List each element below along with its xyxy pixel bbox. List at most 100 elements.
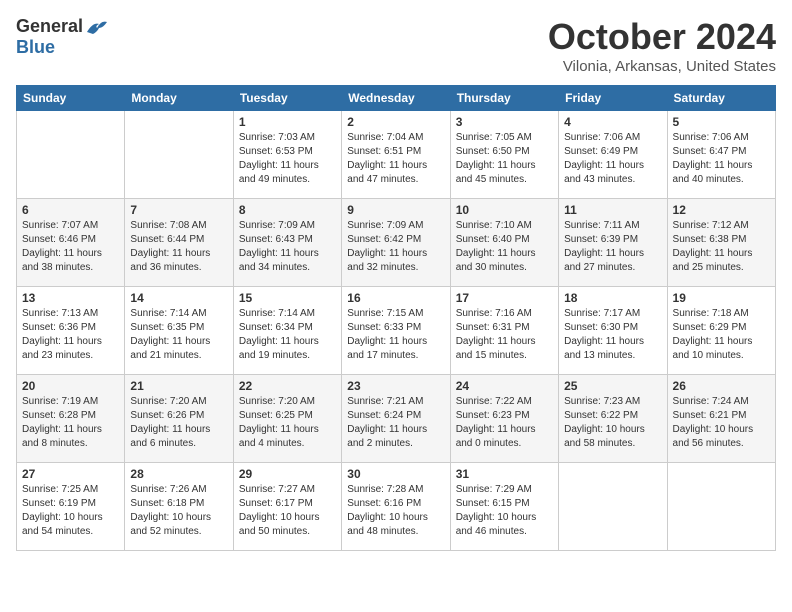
day-info: Sunrise: 7:25 AM Sunset: 6:19 PM Dayligh… [22,483,119,539]
day-number: 1 [239,115,336,129]
day-number: 15 [239,291,336,305]
day-info: Sunrise: 7:08 AM Sunset: 6:44 PM Dayligh… [130,219,227,275]
calendar-cell: 10 Sunrise: 7:10 AM Sunset: 6:40 PM Dayli… [450,199,558,287]
day-info: Sunrise: 7:23 AM Sunset: 6:22 PM Dayligh… [564,395,661,451]
calendar-cell [17,111,125,199]
day-number: 21 [130,379,227,393]
day-info: Sunrise: 7:22 AM Sunset: 6:23 PM Dayligh… [456,395,553,451]
day-info: Sunrise: 7:24 AM Sunset: 6:21 PM Dayligh… [673,395,770,451]
day-info: Sunrise: 7:18 AM Sunset: 6:29 PM Dayligh… [673,307,770,363]
calendar-cell: 3 Sunrise: 7:05 AM Sunset: 6:50 PM Daylig… [450,111,558,199]
header-tuesday: Tuesday [233,86,341,111]
day-info: Sunrise: 7:15 AM Sunset: 6:33 PM Dayligh… [347,307,444,363]
day-number: 2 [347,115,444,129]
day-info: Sunrise: 7:06 AM Sunset: 6:47 PM Dayligh… [673,131,770,187]
day-number: 9 [347,203,444,217]
day-info: Sunrise: 7:09 AM Sunset: 6:42 PM Dayligh… [347,219,444,275]
calendar-cell: 13Sunrise: 7:13 AM Sunset: 6:36 PM Dayli… [17,287,125,375]
calendar-cell: 16 Sunrise: 7:15 AM Sunset: 6:33 PM Dayli… [342,287,450,375]
logo-bird-icon [85,18,107,36]
header-monday: Monday [125,86,233,111]
day-info: Sunrise: 7:20 AM Sunset: 6:26 PM Dayligh… [130,395,227,451]
day-number: 28 [130,467,227,481]
calendar-cell: 23 Sunrise: 7:21 AM Sunset: 6:24 PM Dayli… [342,375,450,463]
title-block: October 2024 Vilonia, Arkansas, United S… [548,16,776,75]
day-info: Sunrise: 7:10 AM Sunset: 6:40 PM Dayligh… [456,219,553,275]
day-number: 10 [456,203,553,217]
day-number: 23 [347,379,444,393]
day-info: Sunrise: 7:26 AM Sunset: 6:18 PM Dayligh… [130,483,227,539]
header-saturday: Saturday [667,86,775,111]
day-info: Sunrise: 7:16 AM Sunset: 6:31 PM Dayligh… [456,307,553,363]
day-info: Sunrise: 7:07 AM Sunset: 6:46 PM Dayligh… [22,219,119,275]
location-text: Vilonia, Arkansas, United States [548,58,776,75]
calendar-cell [667,463,775,551]
calendar-cell: 15 Sunrise: 7:14 AM Sunset: 6:34 PM Dayli… [233,287,341,375]
day-info: Sunrise: 7:14 AM Sunset: 6:35 PM Dayligh… [130,307,227,363]
day-number: 13 [22,291,119,305]
day-info: Sunrise: 7:09 AM Sunset: 6:43 PM Dayligh… [239,219,336,275]
calendar-week-row: 20 Sunrise: 7:19 AM Sunset: 6:28 PM Dayli… [17,375,776,463]
day-number: 5 [673,115,770,129]
day-info: Sunrise: 7:29 AM Sunset: 6:15 PM Dayligh… [456,483,553,539]
calendar-cell: 19 Sunrise: 7:18 AM Sunset: 6:29 PM Dayli… [667,287,775,375]
day-number: 4 [564,115,661,129]
day-info: Sunrise: 7:04 AM Sunset: 6:51 PM Dayligh… [347,131,444,187]
day-info: Sunrise: 7:17 AM Sunset: 6:30 PM Dayligh… [564,307,661,363]
header-thursday: Thursday [450,86,558,111]
header-friday: Friday [559,86,667,111]
day-number: 24 [456,379,553,393]
day-number: 6 [22,203,119,217]
calendar-cell: 20 Sunrise: 7:19 AM Sunset: 6:28 PM Dayli… [17,375,125,463]
logo-blue-text: Blue [16,37,55,58]
calendar-week-row: 27 Sunrise: 7:25 AM Sunset: 6:19 PM Dayli… [17,463,776,551]
day-info: Sunrise: 7:14 AM Sunset: 6:34 PM Dayligh… [239,307,336,363]
calendar-cell: 12 Sunrise: 7:12 AM Sunset: 6:38 PM Dayli… [667,199,775,287]
header-sunday: Sunday [17,86,125,111]
day-number: 11 [564,203,661,217]
calendar-cell: 22Sunrise: 7:20 AM Sunset: 6:25 PM Dayli… [233,375,341,463]
day-number: 12 [673,203,770,217]
day-info: Sunrise: 7:19 AM Sunset: 6:28 PM Dayligh… [22,395,119,451]
calendar-cell: 14Sunrise: 7:14 AM Sunset: 6:35 PM Dayli… [125,287,233,375]
day-number: 7 [130,203,227,217]
day-info: Sunrise: 7:21 AM Sunset: 6:24 PM Dayligh… [347,395,444,451]
calendar-table: SundayMondayTuesdayWednesdayThursdayFrid… [16,85,776,551]
day-number: 29 [239,467,336,481]
day-info: Sunrise: 7:11 AM Sunset: 6:39 PM Dayligh… [564,219,661,275]
day-info: Sunrise: 7:28 AM Sunset: 6:16 PM Dayligh… [347,483,444,539]
day-number: 19 [673,291,770,305]
calendar-week-row: 1 Sunrise: 7:03 AM Sunset: 6:53 PM Daylig… [17,111,776,199]
calendar-cell: 4Sunrise: 7:06 AM Sunset: 6:49 PM Daylig… [559,111,667,199]
calendar-cell [125,111,233,199]
day-info: Sunrise: 7:27 AM Sunset: 6:17 PM Dayligh… [239,483,336,539]
calendar-cell: 18 Sunrise: 7:17 AM Sunset: 6:30 PM Dayli… [559,287,667,375]
day-number: 3 [456,115,553,129]
day-info: Sunrise: 7:05 AM Sunset: 6:50 PM Dayligh… [456,131,553,187]
day-number: 27 [22,467,119,481]
calendar-cell: 2 Sunrise: 7:04 AM Sunset: 6:51 PM Daylig… [342,111,450,199]
day-number: 8 [239,203,336,217]
day-number: 16 [347,291,444,305]
calendar-header-row: SundayMondayTuesdayWednesdayThursdayFrid… [17,86,776,111]
calendar-cell: 1 Sunrise: 7:03 AM Sunset: 6:53 PM Daylig… [233,111,341,199]
day-number: 22 [239,379,336,393]
calendar-cell: 27 Sunrise: 7:25 AM Sunset: 6:19 PM Dayli… [17,463,125,551]
day-number: 20 [22,379,119,393]
calendar-cell: 25 Sunrise: 7:23 AM Sunset: 6:22 PM Dayli… [559,375,667,463]
calendar-cell: 8 Sunrise: 7:09 AM Sunset: 6:43 PM Daylig… [233,199,341,287]
calendar-cell: 11 Sunrise: 7:11 AM Sunset: 6:39 PM Dayli… [559,199,667,287]
calendar-week-row: 13Sunrise: 7:13 AM Sunset: 6:36 PM Dayli… [17,287,776,375]
logo: General Blue [16,16,107,58]
month-title: October 2024 [548,16,776,58]
header-wednesday: Wednesday [342,86,450,111]
calendar-cell: 7 Sunrise: 7:08 AM Sunset: 6:44 PM Daylig… [125,199,233,287]
day-info: Sunrise: 7:12 AM Sunset: 6:38 PM Dayligh… [673,219,770,275]
calendar-cell: 17Sunrise: 7:16 AM Sunset: 6:31 PM Dayli… [450,287,558,375]
day-info: Sunrise: 7:03 AM Sunset: 6:53 PM Dayligh… [239,131,336,187]
calendar-cell: 28 Sunrise: 7:26 AM Sunset: 6:18 PM Dayli… [125,463,233,551]
calendar-cell [559,463,667,551]
day-number: 18 [564,291,661,305]
calendar-cell: 21 Sunrise: 7:20 AM Sunset: 6:26 PM Dayli… [125,375,233,463]
day-number: 25 [564,379,661,393]
